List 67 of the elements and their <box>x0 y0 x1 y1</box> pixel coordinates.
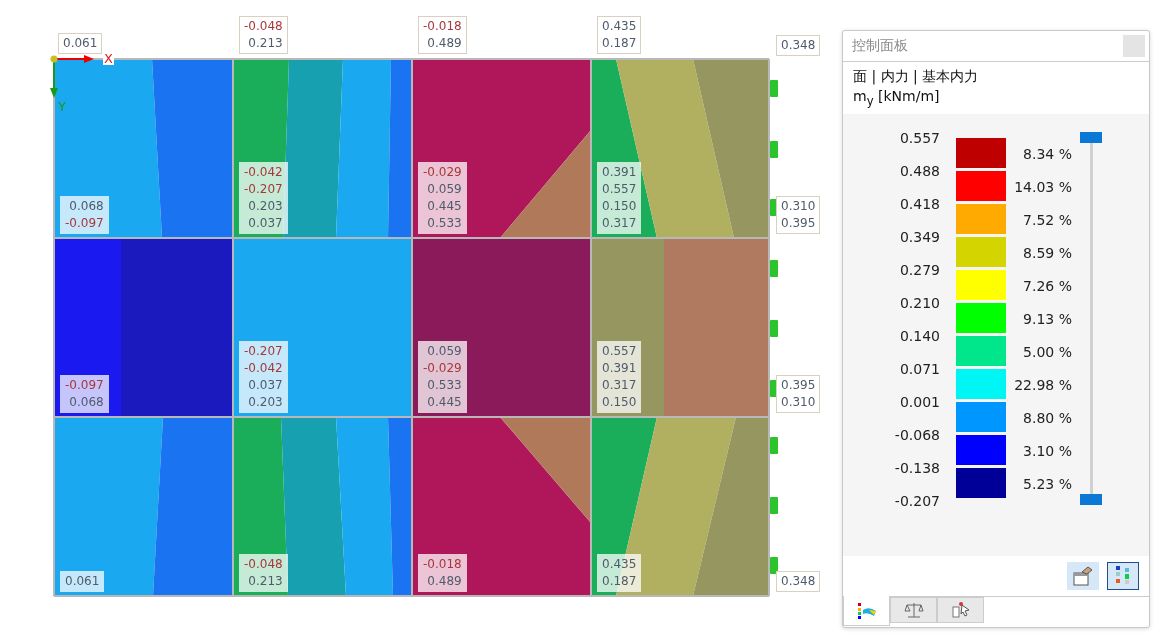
band-share: 7.52 % <box>1023 210 1072 230</box>
value-label: 0.391 0.557 0.150 0.317 <box>597 162 642 234</box>
support-icon <box>770 260 778 277</box>
balance-icon <box>903 601 924 619</box>
value-label: 0.348 <box>776 571 821 592</box>
result-quantity: m$_{y}$ [kNm/m] <box>853 88 941 108</box>
box-icon <box>1072 566 1094 586</box>
slider-thumb[interactable] <box>1080 493 1102 505</box>
value-label: -0.029 0.059 0.445 0.533 <box>418 162 467 234</box>
legend-value: 0.001 <box>899 392 940 412</box>
value-label: 0.348 <box>776 35 821 56</box>
support-icon <box>770 497 778 514</box>
value-label: -0.097 0.068 <box>60 375 109 413</box>
support-icon <box>770 141 778 158</box>
tool-button[interactable] <box>1107 562 1139 590</box>
panel-tab[interactable] <box>843 596 890 626</box>
value-label: -0.042 -0.207 0.203 0.037 <box>239 162 288 234</box>
band-share: 8.34 % <box>1023 144 1072 164</box>
support-icon <box>770 437 778 454</box>
legend-value: 0.418 <box>899 194 940 214</box>
band-share: 5.23 % <box>1023 474 1072 494</box>
value-label: -0.018 0.489 <box>418 554 467 592</box>
result-path: 面 | 内力 | 基本内力 <box>853 68 980 86</box>
band-share: 22.98 % <box>1014 375 1072 395</box>
slider-thumb[interactable] <box>1080 131 1102 143</box>
cursor-icon <box>949 601 972 619</box>
band-share: 8.59 % <box>1023 243 1072 263</box>
tool-button[interactable] <box>1067 562 1099 590</box>
origin-node-icon <box>50 55 58 63</box>
band-share: 14.03 % <box>1014 177 1072 197</box>
value-label: 0.059 -0.029 0.533 0.445 <box>418 341 467 413</box>
legend-value: 0.488 <box>899 161 940 181</box>
band-share: 5.00 % <box>1023 342 1072 362</box>
value-label: -0.048 0.213 <box>239 554 288 592</box>
value-label: 0.068 -0.097 <box>60 196 109 234</box>
panel-title: 控制面板 <box>852 37 908 55</box>
value-label: 0.061 <box>60 571 105 592</box>
legend-value: 0.279 <box>899 260 940 280</box>
value-label: 0.310 0.395 <box>776 196 821 234</box>
legend-icon <box>856 601 877 620</box>
x-axis-label: X <box>103 52 114 65</box>
value-label: -0.207 -0.042 0.037 0.203 <box>239 341 288 413</box>
support-icon <box>770 320 778 337</box>
value-label: 0.435 0.187 <box>597 16 642 54</box>
support-icon <box>770 557 778 574</box>
band-share: 9.13 % <box>1023 309 1072 329</box>
legend-value: 0.071 <box>899 359 940 379</box>
value-label: 0.557 0.391 0.317 0.150 <box>597 341 642 413</box>
band-share: 8.80 % <box>1023 408 1072 428</box>
legend-value: 0.557 <box>899 128 940 148</box>
value-label: -0.018 0.489 <box>418 16 467 54</box>
panel-tab[interactable] <box>937 597 984 623</box>
value-label: 0.395 0.310 <box>776 375 821 413</box>
legend-value: -0.138 <box>894 458 940 478</box>
y-axis-label: Y <box>58 100 66 113</box>
band-share: 7.26 % <box>1023 276 1072 296</box>
band-share: 3.10 % <box>1023 441 1072 461</box>
legend-value: -0.207 <box>894 491 940 511</box>
value-label: 0.435 0.187 <box>597 554 642 592</box>
support-icon <box>770 80 778 97</box>
legend-value: 0.140 <box>899 326 940 346</box>
panel-tab[interactable] <box>890 597 937 623</box>
value-label: -0.048 0.213 <box>239 16 288 54</box>
legend-value: 0.349 <box>899 227 940 247</box>
legend-value: 0.210 <box>899 293 940 313</box>
value-label: 0.061 <box>58 33 103 54</box>
legend-value: -0.068 <box>894 425 940 445</box>
